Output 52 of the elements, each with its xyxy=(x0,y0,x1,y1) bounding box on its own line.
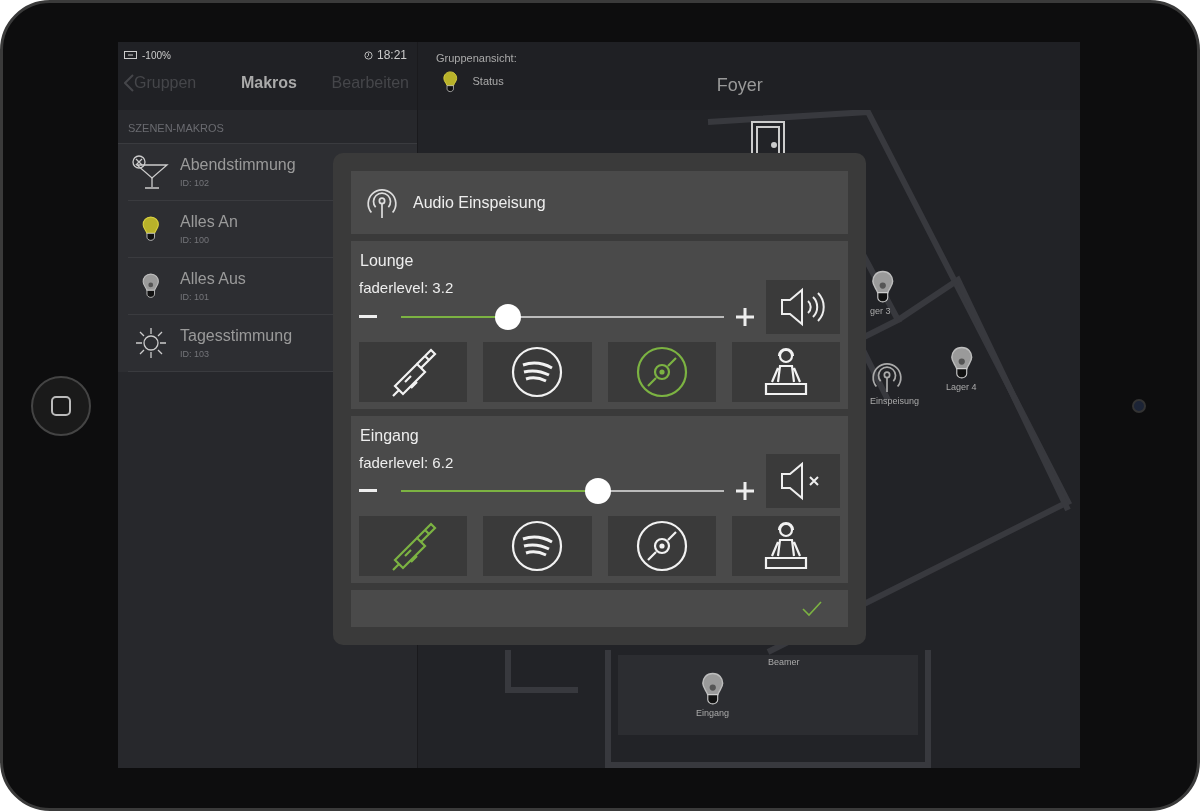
lit-bulb-icon xyxy=(141,215,161,242)
checkmark-icon[interactable] xyxy=(802,600,822,617)
source-button[interactable] xyxy=(359,516,468,576)
clock-time: 18:21 xyxy=(376,47,407,64)
minus-icon[interactable] xyxy=(359,314,377,319)
fader-reading: faderlevel: 6.2 xyxy=(359,452,455,473)
group-view-label: Gruppenansicht: xyxy=(436,51,517,66)
source-button[interactable] xyxy=(731,341,840,402)
minus-icon[interactable] xyxy=(359,489,377,493)
cocktail-glass-icon xyxy=(131,153,171,190)
section-header: SZENEN-MAKROS xyxy=(127,121,225,136)
map-label: Eingang xyxy=(696,707,730,720)
bulb-icon xyxy=(699,672,726,706)
zone-name: Eingang xyxy=(359,425,420,446)
map-label: Beamer xyxy=(768,656,800,669)
macro-name: Alles An xyxy=(180,211,238,232)
battery-level: -100% xyxy=(142,48,171,63)
map-label: Lager 4 xyxy=(946,381,977,394)
macro-id: ID: 103 xyxy=(180,347,211,361)
nav-title: Makros xyxy=(240,73,297,93)
battery-icon xyxy=(124,51,138,59)
bulb-icon xyxy=(948,346,974,380)
camera-lens xyxy=(1131,398,1146,413)
antenna-icon xyxy=(870,360,904,394)
source-button[interactable] xyxy=(359,341,468,402)
macro-id: ID: 102 xyxy=(180,176,211,190)
status-label: Status xyxy=(472,74,504,90)
source-button[interactable] xyxy=(607,516,716,576)
bulb-icon xyxy=(141,272,161,299)
plus-icon[interactable] xyxy=(736,307,754,326)
chevron-left-icon xyxy=(124,74,134,92)
macro-id: ID: 101 xyxy=(180,290,211,304)
volume-slider[interactable] xyxy=(401,303,724,330)
sun-icon xyxy=(134,325,168,360)
mute-button[interactable] xyxy=(766,454,840,508)
macro-id: ID: 100 xyxy=(180,233,211,247)
map-label: ger 3 xyxy=(870,305,891,318)
macro-name: Alles Aus xyxy=(180,268,246,289)
plus-icon[interactable] xyxy=(736,482,754,500)
bulb-icon xyxy=(870,270,896,304)
source-button[interactable] xyxy=(483,516,592,576)
clock-icon xyxy=(363,50,373,60)
room-title: Foyer xyxy=(716,74,763,97)
source-button[interactable] xyxy=(731,516,840,576)
volume-slider[interactable] xyxy=(401,478,724,504)
source-button[interactable] xyxy=(483,341,592,402)
mute-button[interactable] xyxy=(766,279,840,334)
macro-name: Abendstimmung xyxy=(180,154,296,175)
map-label: Einspeisung xyxy=(870,395,920,408)
macro-name: Tagesstimmung xyxy=(180,325,293,346)
speaker-icon xyxy=(778,286,828,327)
source-button[interactable] xyxy=(607,341,716,402)
